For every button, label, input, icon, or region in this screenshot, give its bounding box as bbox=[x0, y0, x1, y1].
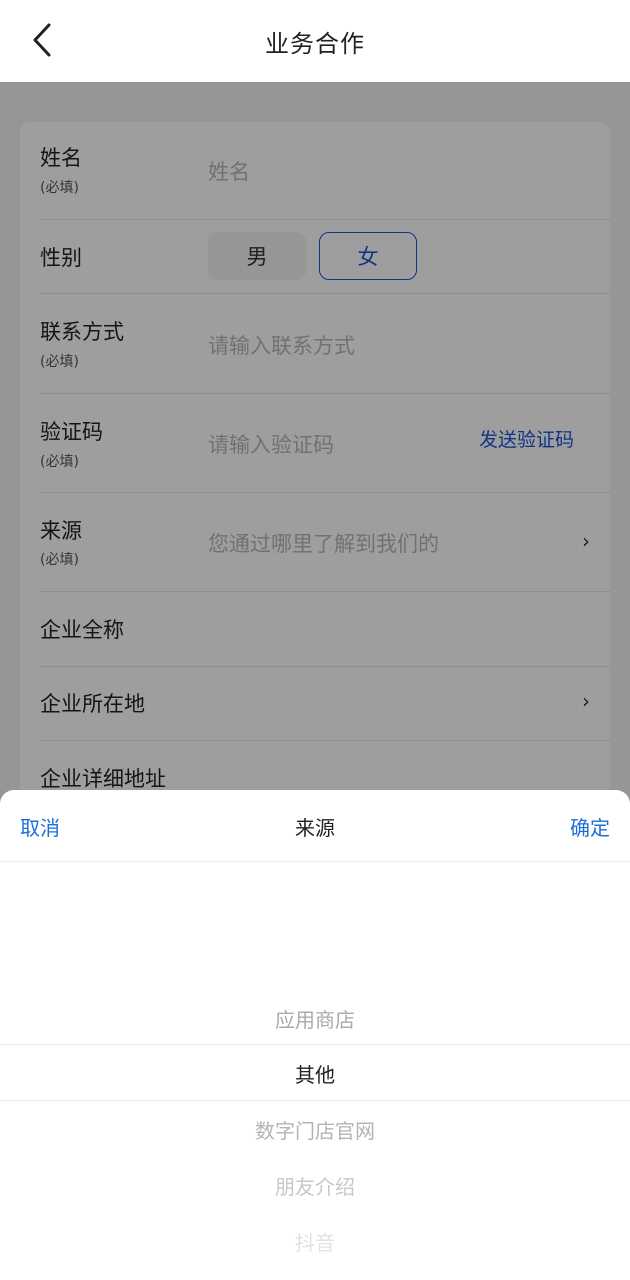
picker-option[interactable]: 抖音 bbox=[0, 1227, 630, 1256]
page-title: 业务合作 bbox=[265, 30, 365, 58]
picker-option[interactable]: 朋友介绍 bbox=[0, 1171, 630, 1200]
app-header: 业务合作 bbox=[0, 0, 630, 82]
picker-selection-line-bottom bbox=[0, 1100, 630, 1101]
picker-option[interactable]: 应用商店 bbox=[0, 1004, 630, 1033]
picker-selection-line-top bbox=[0, 1044, 630, 1045]
picker-option[interactable]: 数字门店官网 bbox=[0, 1115, 630, 1144]
picker-option-selected[interactable]: 其他 bbox=[0, 1059, 630, 1088]
picker-toolbar: 取消 来源 确定 bbox=[0, 790, 630, 862]
picker-title: 来源 bbox=[295, 816, 335, 840]
confirm-button[interactable]: 确定 bbox=[570, 812, 610, 841]
source-picker-sheet: 取消 来源 确定 应用商店 其他 数字门店官网 朋友介绍 抖音 bbox=[0, 790, 630, 1280]
